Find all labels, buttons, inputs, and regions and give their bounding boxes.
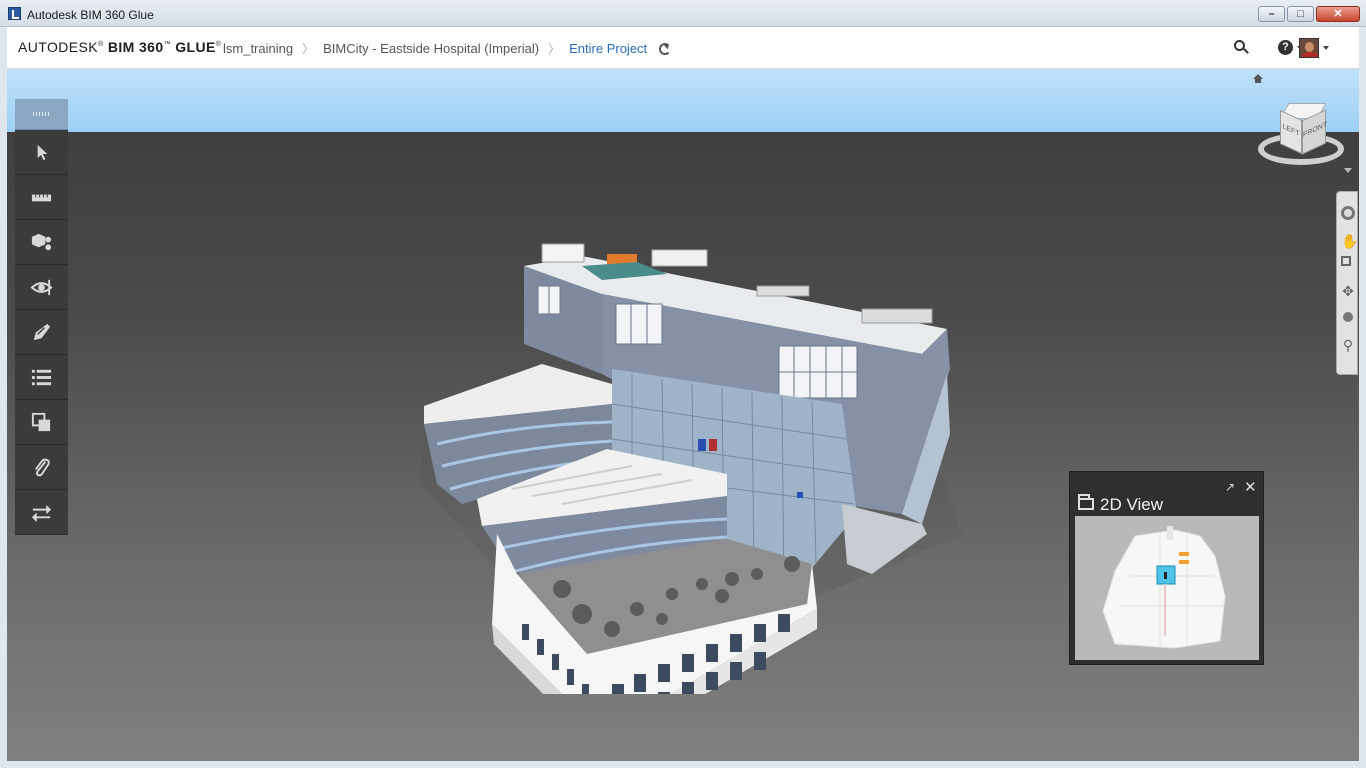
transfer-button[interactable] [15, 490, 68, 535]
transfer-icon [31, 504, 52, 523]
building-model[interactable] [402, 234, 962, 694]
toolbar-grip-handle[interactable] [15, 99, 68, 130]
close-icon[interactable]: ✕ [1244, 478, 1257, 496]
measure-tool-button[interactable] [15, 175, 68, 220]
pan-icon[interactable]: ✋ [1341, 234, 1358, 248]
orbit-icon[interactable]: ✥ [1341, 284, 1355, 298]
window-title: Autodesk BIM 360 Glue [27, 8, 154, 22]
popout-icon[interactable]: ↗ [1225, 480, 1235, 494]
sky-background [7, 69, 1359, 132]
breadcrumb-separator: 〉 [548, 42, 561, 56]
avatar[interactable] [1299, 38, 1319, 58]
select-icon [37, 144, 48, 161]
attachment-icon [34, 458, 50, 477]
views-button[interactable] [15, 265, 68, 310]
walk-icon[interactable]: ⚲ [1341, 338, 1355, 352]
markup-icon [33, 323, 51, 341]
floor-plan-map[interactable] [1075, 516, 1259, 660]
breadcrumb-separator: 〉 [302, 42, 315, 56]
left-toolbar [15, 99, 68, 535]
floor-plan-drawing [1102, 526, 1226, 649]
list-button[interactable] [15, 355, 68, 400]
list-icon [31, 369, 52, 386]
zoom-icon[interactable] [1341, 256, 1355, 270]
look-icon[interactable] [1343, 312, 1353, 322]
maximize-button[interactable]: □ [1287, 6, 1314, 22]
refresh-icon[interactable] [659, 42, 672, 55]
view-cube-box[interactable]: LEFT FRONT [1278, 103, 1328, 155]
help-icon[interactable]: ? [1278, 40, 1293, 55]
product-logo[interactable]: AUTODESK® BIM 360™ GLUE® [18, 39, 221, 55]
search-icon[interactable] [1234, 40, 1249, 55]
folder-icon [1078, 494, 1094, 510]
breadcrumb-current-model[interactable]: Entire Project [569, 41, 647, 56]
model-browser-button[interactable] [15, 220, 68, 265]
attachment-button[interactable] [15, 445, 68, 490]
select-tool-button[interactable] [15, 130, 68, 175]
views-icon [30, 279, 53, 296]
breadcrumb: lsm_training 〉 BIMCity - Eastside Hospit… [223, 40, 672, 57]
clash-icon [31, 412, 51, 432]
model-browser-icon [31, 233, 52, 251]
close-window-button[interactable]: ✕ [1316, 6, 1360, 22]
measure-icon [31, 194, 52, 202]
markup-button[interactable] [15, 310, 68, 355]
user-menu-dropdown-icon[interactable] [1323, 46, 1329, 53]
clash-button[interactable] [15, 400, 68, 445]
home-view-icon[interactable] [1253, 74, 1263, 84]
view-cube-menu-icon[interactable] [1344, 168, 1352, 177]
app-header: AUTODESK® BIM 360™ GLUE® lsm_training 〉 … [7, 27, 1359, 69]
minimize-button[interactable]: – [1258, 6, 1285, 22]
navigation-bar: ✋ ✥ ⚲ [1336, 191, 1358, 375]
two-d-view-panel: ↗ ✕ 2D View [1069, 471, 1264, 665]
view-cube[interactable]: LEFT FRONT [1256, 97, 1348, 173]
steering-wheel-icon[interactable] [1341, 206, 1355, 220]
app-icon [8, 7, 21, 20]
two-d-view-title: 2D View [1100, 495, 1163, 514]
window-title-bar: Autodesk BIM 360 Glue – □ ✕ [0, 0, 1366, 27]
breadcrumb-project[interactable]: BIMCity - Eastside Hospital (Imperial) [323, 41, 539, 56]
model-viewport[interactable]: LEFT FRONT ✋ ✥ ⚲ ↗ ✕ 2D View [7, 69, 1359, 761]
breadcrumb-project-hub[interactable]: lsm_training [223, 41, 293, 56]
window-controls: – □ ✕ [1258, 6, 1360, 22]
